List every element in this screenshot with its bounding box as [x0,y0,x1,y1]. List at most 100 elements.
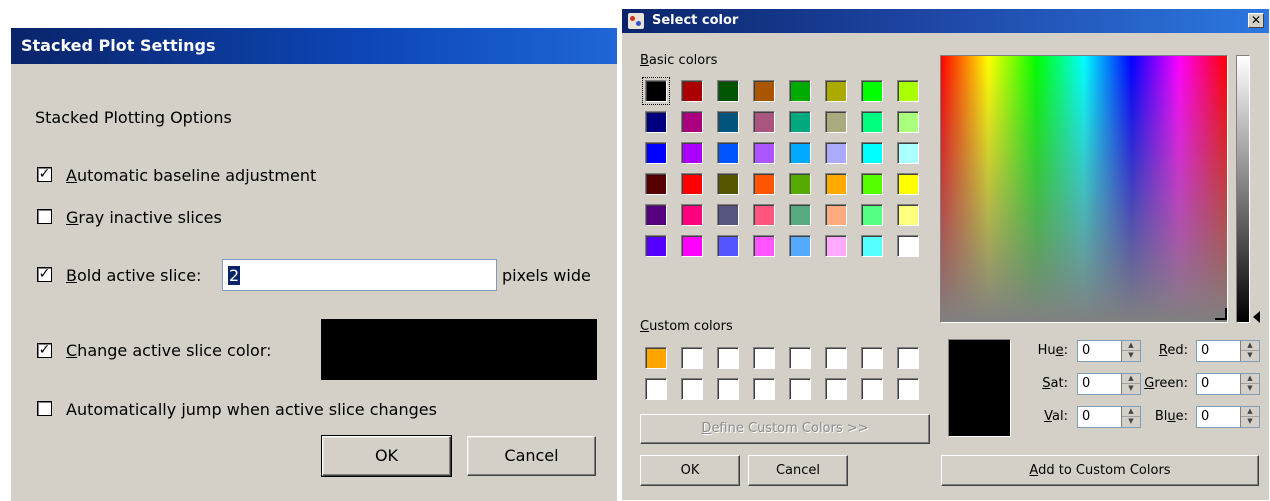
basic-color-swatch[interactable] [897,173,919,195]
luminance-slider[interactable] [1236,55,1250,323]
basic-color-swatch[interactable] [789,80,811,102]
auto-jump-checkbox[interactable] [37,401,52,416]
spin-down-icon[interactable]: ▼ [1241,417,1259,427]
basic-color-swatch[interactable] [753,204,775,226]
spin-up-icon[interactable]: ▲ [1122,341,1140,351]
basic-color-swatch[interactable] [789,204,811,226]
sat-spinbox[interactable]: 0 ▲ ▼ [1077,373,1141,395]
custom-color-swatch[interactable] [897,378,919,400]
spin-down-icon[interactable]: ▼ [1241,384,1259,394]
basic-color-swatch[interactable] [897,204,919,226]
basic-color-swatch[interactable] [789,235,811,257]
basic-color-swatch[interactable] [681,111,703,133]
define-custom-colors-button[interactable]: Define Custom Colors >> [640,414,930,444]
custom-color-swatch[interactable] [717,347,739,369]
basic-color-swatch[interactable] [861,173,883,195]
spin-up-icon[interactable]: ▲ [1241,341,1259,351]
basic-color-swatch[interactable] [789,111,811,133]
basic-color-swatch[interactable] [717,235,739,257]
spin-up-icon[interactable]: ▲ [1241,407,1259,417]
basic-color-swatch[interactable] [753,235,775,257]
basic-color-swatch[interactable] [825,142,847,164]
red-spinbox[interactable]: 0 ▲ ▼ [1196,340,1260,362]
color-spectrum[interactable] [940,55,1228,323]
custom-color-swatch[interactable] [681,347,703,369]
basic-color-swatch[interactable] [645,173,667,195]
basic-color-swatch[interactable] [645,235,667,257]
basic-color-swatch[interactable] [825,173,847,195]
basic-color-swatch[interactable] [645,111,667,133]
hue-spinbox[interactable]: 0 ▲ ▼ [1077,340,1141,362]
basic-color-swatch[interactable] [825,80,847,102]
basic-color-swatch[interactable] [681,235,703,257]
custom-color-swatch[interactable] [753,378,775,400]
add-to-custom-colors-button[interactable]: Add to Custom Colors [941,455,1259,486]
basic-color-swatch[interactable] [681,173,703,195]
bold-width-input[interactable]: 2 [222,259,497,291]
basic-color-swatch[interactable] [753,80,775,102]
basic-color-swatch[interactable] [717,80,739,102]
cancel-button[interactable]: Cancel [467,436,596,476]
basic-color-swatch[interactable] [717,111,739,133]
basic-color-swatch[interactable] [789,173,811,195]
basic-color-swatch[interactable] [645,142,667,164]
gray-inactive-checkbox[interactable] [37,209,52,224]
spin-up-icon[interactable]: ▲ [1122,374,1140,384]
spin-up-icon[interactable]: ▲ [1122,407,1140,417]
basic-color-swatch[interactable] [897,235,919,257]
custom-color-swatch[interactable] [645,347,667,369]
basic-color-swatch[interactable] [717,204,739,226]
basic-color-swatch[interactable] [825,235,847,257]
basic-color-swatch[interactable] [861,235,883,257]
basic-color-swatch[interactable] [717,142,739,164]
gray-inactive-label[interactable]: Gray inactive slices [66,208,222,227]
custom-color-swatch[interactable] [861,347,883,369]
basic-color-swatch[interactable] [861,111,883,133]
green-spinbox[interactable]: 0 ▲ ▼ [1196,373,1260,395]
custom-color-swatch[interactable] [825,347,847,369]
basic-color-swatch[interactable] [897,80,919,102]
blue-spinbox[interactable]: 0 ▲ ▼ [1196,406,1260,428]
basic-color-swatch[interactable] [681,80,703,102]
automatic-baseline-label[interactable]: Automatic baseline adjustment [66,166,316,185]
cancel-button[interactable]: Cancel [748,455,848,486]
spin-down-icon[interactable]: ▼ [1122,417,1140,427]
custom-color-swatch[interactable] [645,378,667,400]
bold-active-checkbox[interactable]: ✓ [37,267,52,282]
basic-color-swatch[interactable] [825,111,847,133]
custom-color-swatch[interactable] [789,347,811,369]
custom-color-swatch[interactable] [681,378,703,400]
basic-color-swatch[interactable] [861,80,883,102]
active-slice-color-swatch[interactable] [321,319,597,380]
basic-color-swatch[interactable] [753,111,775,133]
basic-color-swatch[interactable] [861,142,883,164]
spin-down-icon[interactable]: ▼ [1122,351,1140,361]
basic-color-swatch[interactable] [681,142,703,164]
auto-jump-label[interactable]: Automatically jump when active slice cha… [66,400,437,419]
basic-color-swatch[interactable] [645,204,667,226]
basic-color-swatch[interactable] [753,173,775,195]
basic-color-swatch[interactable] [897,142,919,164]
basic-color-swatch[interactable] [789,142,811,164]
basic-color-swatch[interactable] [825,204,847,226]
custom-color-swatch[interactable] [861,378,883,400]
luminance-arrow-icon[interactable] [1253,311,1260,323]
change-color-checkbox[interactable]: ✓ [37,343,52,358]
bold-active-label[interactable]: Bold active slice: [66,266,201,285]
custom-color-swatch[interactable] [717,378,739,400]
spin-down-icon[interactable]: ▼ [1122,384,1140,394]
custom-color-swatch[interactable] [789,378,811,400]
ok-button[interactable]: OK [321,435,452,477]
custom-color-swatch[interactable] [825,378,847,400]
close-icon[interactable]: ✕ [1248,13,1264,28]
basic-color-swatch[interactable] [753,142,775,164]
basic-color-swatch[interactable] [642,77,670,105]
ok-button[interactable]: OK [640,455,740,486]
spin-down-icon[interactable]: ▼ [1241,351,1259,361]
custom-color-swatch[interactable] [753,347,775,369]
basic-color-swatch[interactable] [717,173,739,195]
basic-color-swatch[interactable] [681,204,703,226]
basic-color-swatch[interactable] [897,111,919,133]
basic-color-swatch[interactable] [861,204,883,226]
automatic-baseline-checkbox[interactable]: ✓ [37,167,52,182]
